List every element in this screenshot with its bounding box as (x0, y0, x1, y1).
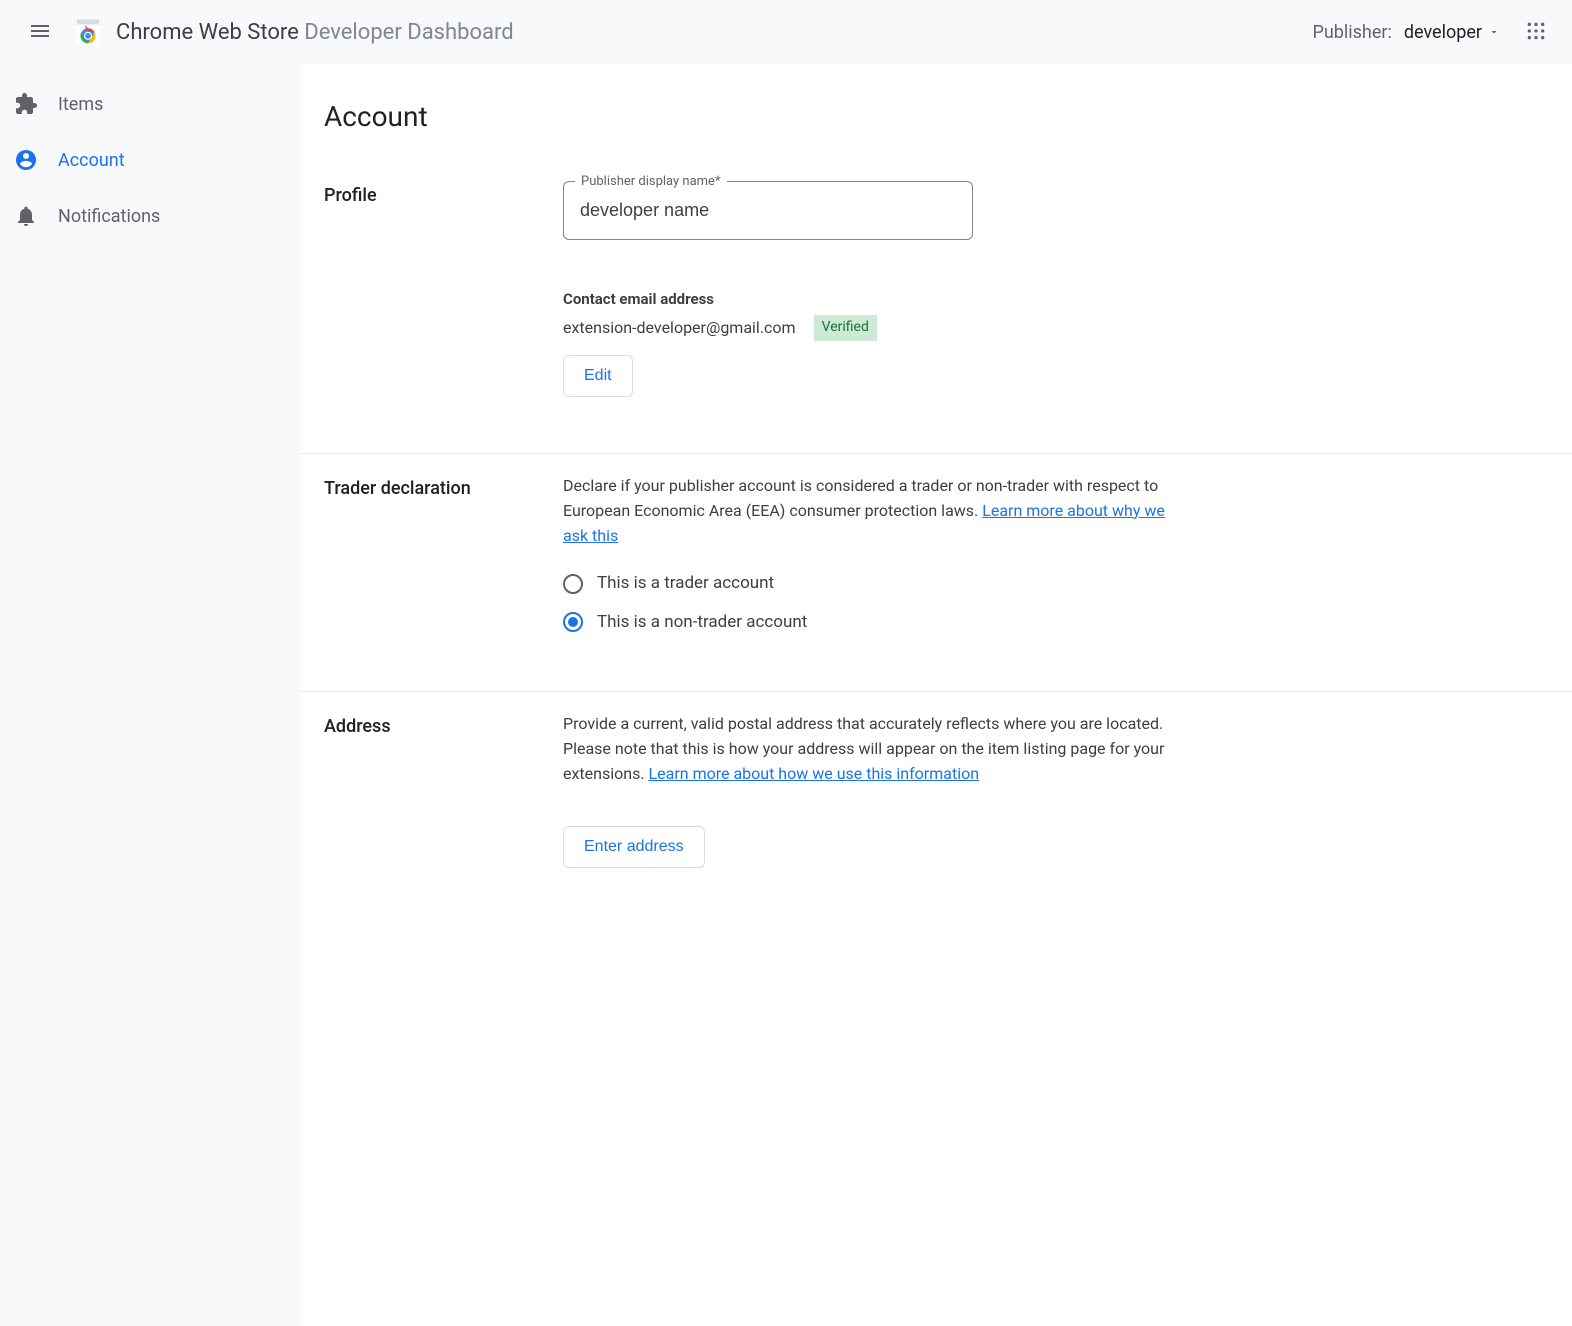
sidebar-item-notifications[interactable]: Notifications (0, 188, 300, 244)
section-label-address: Address (324, 712, 539, 868)
sidebar-item-items[interactable]: Items (0, 76, 300, 132)
hamburger-icon (28, 19, 52, 46)
radio-row-nontrader[interactable]: This is a non-trader account (563, 609, 1183, 635)
publisher-label: Publisher: (1313, 22, 1392, 43)
section-profile: Profile Publisher display name* Contact … (300, 161, 1572, 454)
brand-title: Chrome Web Store Developer Dashboard (116, 20, 514, 45)
sidebar: Items Account Notifications (0, 64, 300, 1326)
radio-trader-label: This is a trader account (597, 570, 774, 596)
enter-address-button[interactable]: Enter address (563, 826, 705, 868)
verified-badge: Verified (814, 315, 877, 341)
section-trader: Trader declaration Declare if your publi… (300, 454, 1572, 692)
publisher-display-name-field: Publisher display name* (563, 181, 973, 240)
chrome-web-store-logo-icon (72, 16, 104, 48)
radio-row-trader[interactable]: This is a trader account (563, 570, 1183, 596)
page-title: Account (300, 100, 1572, 161)
app-header: Chrome Web Store Developer Dashboard Pub… (0, 0, 1572, 64)
sidebar-item-label: Notifications (58, 206, 160, 227)
account-circle-icon (14, 148, 38, 172)
section-address: Address Provide a current, valid postal … (300, 692, 1572, 924)
apps-grid-icon (1526, 21, 1546, 44)
bell-icon (14, 204, 38, 228)
contact-email-title: Contact email address (563, 288, 1183, 311)
sidebar-item-label: Items (58, 94, 103, 115)
sidebar-item-account[interactable]: Account (0, 132, 300, 188)
radio-nontrader[interactable] (563, 612, 583, 632)
section-label-trader: Trader declaration (324, 474, 539, 635)
contact-email-value: extension-developer@gmail.com (563, 316, 796, 341)
main-content: Account Profile Publisher display name* … (300, 64, 1572, 1326)
publisher-value: developer (1404, 22, 1482, 43)
sidebar-item-label: Account (58, 150, 125, 171)
section-label-profile: Profile (324, 181, 539, 397)
address-learn-more-link[interactable]: Learn more about how we use this informa… (649, 764, 980, 783)
publisher-select[interactable]: developer (1404, 22, 1500, 43)
brand-main: Chrome Web Store (116, 20, 299, 45)
brand-sub: Developer Dashboard (304, 20, 513, 45)
menu-button[interactable] (16, 8, 64, 56)
radio-trader[interactable] (563, 574, 583, 594)
publisher-display-name-label: Publisher display name* (575, 172, 727, 192)
google-apps-button[interactable] (1516, 12, 1556, 52)
caret-down-icon (1488, 22, 1500, 43)
radio-nontrader-label: This is a non-trader account (597, 609, 807, 635)
extension-icon (14, 92, 38, 116)
edit-email-button[interactable]: Edit (563, 355, 633, 397)
